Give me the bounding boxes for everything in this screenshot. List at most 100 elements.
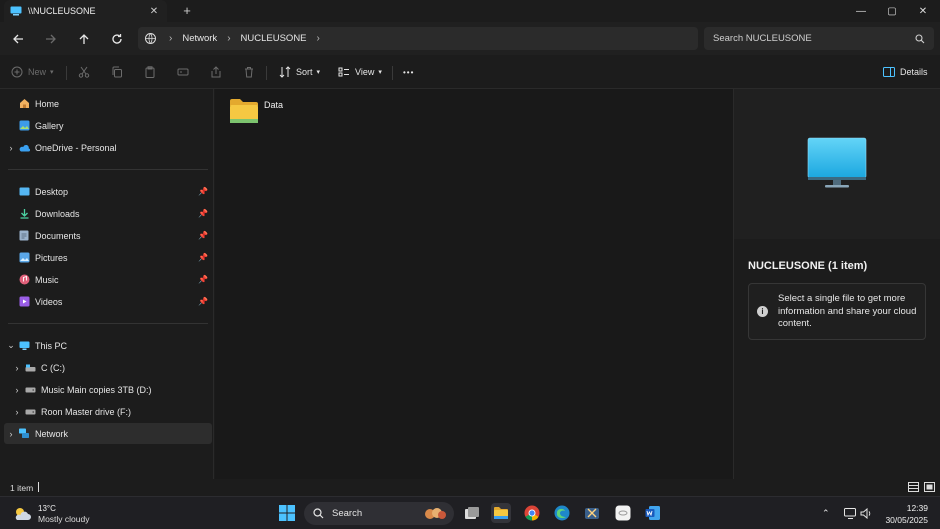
- chevron-right-icon[interactable]: ›: [10, 385, 24, 395]
- network-icon: [18, 428, 30, 440]
- rename-button[interactable]: [177, 64, 189, 80]
- back-button[interactable]: [8, 29, 28, 49]
- copy-button[interactable]: [111, 64, 123, 80]
- chevron-right-icon[interactable]: ›: [4, 429, 18, 439]
- forward-button[interactable]: [41, 29, 61, 49]
- plus-circle-icon: [11, 66, 23, 78]
- new-tab-button[interactable]: +: [180, 3, 194, 19]
- chevron-down-icon[interactable]: ⌄: [4, 340, 18, 351]
- sidebar-item-gallery[interactable]: Gallery: [4, 115, 212, 136]
- sidebar-item-onedrive[interactable]: › OneDrive - Personal: [4, 137, 212, 158]
- file-explorer-taskbar-button[interactable]: [491, 503, 511, 523]
- close-window-button[interactable]: ✕: [907, 0, 939, 22]
- divider: [392, 66, 393, 80]
- word-taskbar-button[interactable]: [643, 503, 663, 523]
- details-info-text: Select a single file to get more informa…: [778, 293, 917, 329]
- tab-nucleusone[interactable]: \\NUCLEUSONE ✕: [4, 0, 167, 22]
- chevron-down-icon: ▾: [50, 69, 54, 76]
- up-button[interactable]: [74, 29, 94, 49]
- videos-icon: [18, 296, 30, 308]
- breadcrumb-chevron-icon[interactable]: ›: [227, 33, 230, 44]
- weather-condition: Mostly cloudy: [38, 514, 90, 524]
- tab-close-icon[interactable]: ✕: [147, 6, 161, 17]
- network-globe-icon: [145, 33, 156, 44]
- tab-title: \\NUCLEUSONE: [28, 6, 96, 16]
- sidebar-item-documents[interactable]: Documents 📌: [4, 225, 212, 246]
- sidebar-item-this-pc[interactable]: ⌄ This PC: [4, 335, 212, 356]
- task-view-button[interactable]: [462, 503, 482, 523]
- chevron-right-icon[interactable]: ›: [10, 363, 24, 373]
- sidebar-item-downloads[interactable]: Downloads 📌: [4, 203, 212, 224]
- pin-icon[interactable]: 📌: [198, 187, 208, 196]
- pin-icon[interactable]: 📌: [198, 231, 208, 240]
- paste-button[interactable]: [144, 64, 156, 80]
- sidebar-item-pictures[interactable]: Pictures 📌: [4, 247, 212, 268]
- new-button[interactable]: New ▾: [11, 64, 54, 80]
- music-icon: [18, 274, 30, 286]
- search-input[interactable]: [713, 33, 915, 44]
- more-options-button[interactable]: •••: [403, 64, 414, 80]
- share-button[interactable]: [210, 64, 222, 80]
- sidebar-item-desktop[interactable]: Desktop 📌: [4, 181, 212, 202]
- chevron-right-icon[interactable]: ›: [4, 143, 18, 153]
- maximize-button[interactable]: ▢: [876, 0, 908, 22]
- search-highlight-icon: [425, 508, 446, 519]
- address-row: › Network › NUCLEUSONE ›: [0, 22, 940, 55]
- edge-icon: [554, 505, 570, 521]
- sidebar-item-label: Roon Master drive (F:): [41, 406, 132, 417]
- start-button[interactable]: [277, 503, 297, 523]
- pin-icon[interactable]: 📌: [198, 275, 208, 284]
- details-pane-icon: [883, 67, 895, 77]
- breadcrumb-nucleusone[interactable]: NUCLEUSONE: [241, 33, 307, 44]
- chrome-taskbar-button[interactable]: [522, 503, 542, 523]
- chrome-icon: [524, 505, 540, 521]
- weather-widget[interactable]: 13°C Mostly cloudy: [12, 503, 90, 525]
- system-clock[interactable]: 12:39 30/05/2025: [885, 502, 928, 526]
- breadcrumb-chevron-icon[interactable]: ›: [317, 33, 320, 44]
- details-button[interactable]: Details: [883, 64, 928, 80]
- address-bar[interactable]: › Network › NUCLEUSONE ›: [138, 27, 698, 50]
- sidebar-item-drive-c[interactable]: › C (C:): [10, 357, 218, 378]
- details-view-icon[interactable]: [908, 482, 919, 492]
- divider: [266, 66, 267, 80]
- breadcrumb-chevron-icon[interactable]: ›: [169, 33, 172, 44]
- sidebar-item-network[interactable]: › Network: [4, 423, 212, 444]
- divider: [8, 169, 208, 170]
- windows-logo-icon: [279, 505, 295, 521]
- network-computer-icon: [10, 6, 22, 16]
- file-list[interactable]: Data: [215, 89, 733, 479]
- search-box[interactable]: [704, 27, 934, 50]
- sidebar-item-videos[interactable]: Videos 📌: [4, 291, 212, 312]
- folder-icon: [230, 99, 258, 123]
- volume-icon[interactable]: [860, 506, 872, 520]
- snipping-tool-taskbar-button[interactable]: [582, 503, 602, 523]
- search-icon: [313, 508, 324, 519]
- refresh-button[interactable]: [107, 29, 127, 49]
- edge-taskbar-button[interactable]: [552, 503, 572, 523]
- sort-button[interactable]: Sort ▾: [279, 64, 320, 80]
- desktop-icon: [18, 186, 30, 198]
- pin-icon[interactable]: 📌: [198, 297, 208, 306]
- pin-icon[interactable]: 📌: [198, 253, 208, 262]
- sidebar-item-home[interactable]: Home: [4, 93, 212, 114]
- pin-icon[interactable]: 📌: [198, 209, 208, 218]
- breadcrumb-network[interactable]: Network: [182, 33, 217, 44]
- delete-button[interactable]: [243, 64, 255, 80]
- roon-taskbar-button[interactable]: [613, 503, 633, 523]
- sidebar-item-drive-f[interactable]: › Roon Master drive (F:): [10, 401, 218, 422]
- view-button[interactable]: View ▾: [338, 64, 382, 80]
- large-icons-view-icon[interactable]: [924, 482, 935, 492]
- show-hidden-icons-button[interactable]: ⌃: [822, 506, 830, 520]
- minimize-button[interactable]: —: [845, 0, 877, 22]
- sidebar-item-label: Network: [35, 428, 69, 439]
- taskbar-search[interactable]: Search: [304, 502, 454, 525]
- network-status-icon[interactable]: [844, 506, 857, 520]
- cut-button[interactable]: [78, 64, 90, 80]
- sidebar-item-drive-d[interactable]: › Music Main copies 3TB (D:): [10, 379, 218, 400]
- share-icon: [211, 66, 221, 78]
- downloads-icon: [18, 208, 30, 220]
- sidebar-item-music[interactable]: Music 📌: [4, 269, 212, 290]
- folder-item-data[interactable]: Data: [229, 97, 283, 125]
- sidebar-item-label: Downloads: [35, 208, 80, 219]
- chevron-right-icon[interactable]: ›: [10, 407, 24, 417]
